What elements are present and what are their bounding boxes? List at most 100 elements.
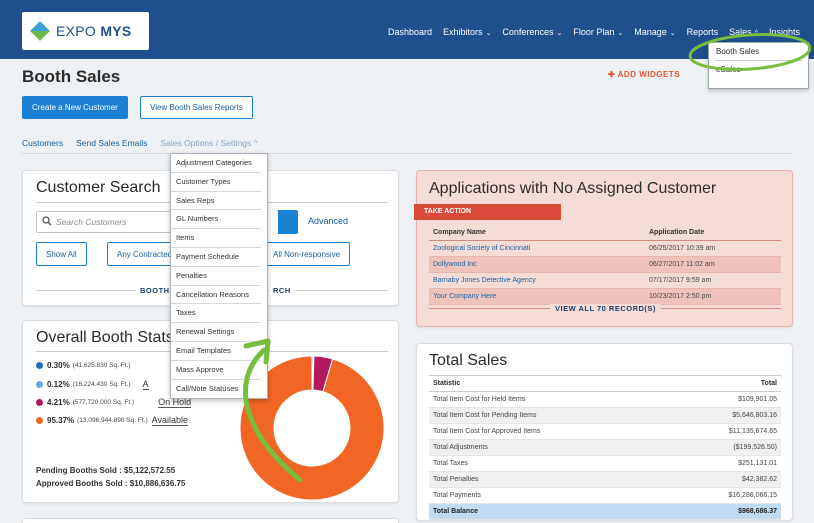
- company-link[interactable]: Dollywood Inc: [429, 256, 645, 273]
- application-date: 06/27/2017 11:02 am: [645, 256, 781, 273]
- create-customer-button[interactable]: Create a New Customer: [22, 96, 128, 119]
- nav-manage[interactable]: Manage ⌄: [634, 27, 675, 37]
- statistic-name: Total Item Cost for Approved Items: [429, 423, 666, 440]
- statistic-name: Total Item Cost for Held Items: [429, 391, 666, 408]
- logo-mark-icon: [30, 21, 50, 41]
- column-header: Application Date: [645, 225, 781, 241]
- statistic-value: ($199,526.50): [665, 439, 781, 456]
- menu-item-mass-approve[interactable]: Mass Approve: [171, 361, 261, 380]
- table-row[interactable]: Dollywood Inc 06/27/2017 11:02 am: [429, 256, 781, 273]
- chevron-up-icon: ^: [754, 30, 758, 37]
- applications-card: Applications with No Assigned Customer T…: [414, 170, 793, 327]
- legend-dot: [36, 417, 43, 424]
- company-link[interactable]: Your Company Here: [429, 288, 645, 305]
- menu-item-customer-types[interactable]: Customer Types: [171, 173, 261, 192]
- stat-row: 95.37% (13,096,944.890 Sq. Ft.) Available: [36, 415, 188, 426]
- advanced-search-link[interactable]: Advanced: [308, 216, 348, 226]
- statistic-name: Total Balance: [429, 503, 666, 520]
- menu-item-gl-numbers[interactable]: GL Numbers: [171, 210, 261, 230]
- view-reports-button[interactable]: View Booth Sales Reports: [140, 96, 253, 119]
- subnav-customers[interactable]: Customers: [22, 138, 63, 148]
- take-action-banner: TAKE ACTION: [414, 204, 561, 220]
- menu-item-email-templates[interactable]: Email Templates: [171, 342, 261, 361]
- statistic-value: $42,382.62: [665, 471, 781, 488]
- menu-item-renewal-settings[interactable]: Renewal Settings: [171, 323, 261, 342]
- subnav-send-emails[interactable]: Send Sales Emails: [76, 138, 147, 148]
- booth-link[interactable]: BOOTH: [136, 286, 174, 295]
- statistic-name: Total Taxes: [429, 455, 666, 472]
- nav-sales[interactable]: Sales ^: [729, 27, 758, 37]
- table-header-row: Statistic Total: [429, 375, 781, 392]
- chevron-down-icon: ⌄: [485, 30, 492, 37]
- card-title: Total Sales: [429, 352, 508, 369]
- approved-sold-text: Approved Booths Sold : $10,886,636.75: [36, 479, 186, 488]
- menu-item-penalties[interactable]: Penalties: [171, 267, 261, 286]
- stat-row: 0.12% (16,224.430 Sq. Ft.) A: [36, 379, 149, 390]
- menu-item-payment-schedule[interactable]: Payment Schedule: [171, 248, 261, 267]
- pending-sold-text: Pending Booths Sold : $5,122,572.55: [36, 466, 176, 475]
- nav-exhibitors[interactable]: Exhibitors ⌄: [443, 27, 491, 37]
- nav-reports[interactable]: Reports: [687, 27, 719, 37]
- menu-item-esales[interactable]: eSales: [709, 61, 808, 78]
- table-row[interactable]: Your Company Here 10/23/2017 2:50 pm: [429, 288, 781, 305]
- nav-dashboard[interactable]: Dashboard: [388, 27, 432, 37]
- menu-item-sales-reps[interactable]: Sales Reps: [171, 192, 261, 211]
- chevron-down-icon: ⌄: [669, 30, 676, 37]
- collapsed-card: [22, 518, 399, 523]
- sales-options-dropdown: Adjustment Categories Customer Types Sal…: [170, 153, 268, 399]
- search-submit-button[interactable]: [278, 210, 298, 234]
- subnav-sales-options[interactable]: Sales Options / Settings ^: [160, 138, 257, 148]
- menu-item-adjustment-categories[interactable]: Adjustment Categories: [171, 154, 261, 173]
- menu-item-call-note-statuses[interactable]: Call/Note Statuses: [171, 380, 261, 399]
- table-row[interactable]: Barnaby Jones Detective Agency 07/17/2017…: [429, 272, 781, 289]
- logo-text: EXPO MYS: [56, 23, 132, 39]
- stat-row: 4.21% (577,720.000 Sq. Ft.) On Hold: [36, 397, 192, 408]
- chevron-down-icon: ⌄: [617, 30, 624, 37]
- table-row: Total Item Cost for Held Items $109,901.0…: [429, 391, 781, 408]
- logo[interactable]: EXPO MYS: [22, 12, 149, 50]
- statistic-name: Total Penalties: [429, 471, 666, 488]
- applications-table: Company Name Application Date Zoological…: [429, 225, 781, 305]
- add-widgets-button[interactable]: ✚ ADD WIDGETS: [608, 70, 680, 79]
- total-sales-card: Total Sales Statistic Total Total Item C…: [416, 343, 793, 521]
- nav-floor-plan[interactable]: Floor Plan ⌄: [573, 27, 623, 37]
- nav-insights[interactable]: Insights: [769, 27, 800, 37]
- table-row: Total Taxes $251,131.01: [429, 455, 781, 472]
- view-all-records-link[interactable]: VIEW ALL 70 RECORD(S): [550, 304, 661, 313]
- company-link[interactable]: Zoological Society of Cincinnati: [429, 240, 645, 257]
- nav-conferences[interactable]: Conferences ⌄: [502, 27, 562, 37]
- legend-dot: [36, 399, 43, 406]
- statistic-name: Total Item Cost for Pending Items: [429, 407, 666, 424]
- search-input[interactable]: Search Customers: [36, 211, 181, 233]
- sales-dropdown-menu: Booth Sales eSales: [708, 42, 809, 89]
- show-all-button[interactable]: Show All: [36, 242, 87, 266]
- chevron-up-icon: ^: [253, 138, 258, 148]
- all-non-responsive-button[interactable]: All Non-responsive: [263, 242, 351, 266]
- table-row: Total Item Cost for Approved Items $11,13…: [429, 423, 781, 440]
- company-link[interactable]: Barnaby Jones Detective Agency: [429, 272, 645, 289]
- table-row: Total Item Cost for Pending Items $5,646,…: [429, 407, 781, 424]
- page-title: Booth Sales: [22, 67, 121, 86]
- menu-item-taxes[interactable]: Taxes: [171, 304, 261, 324]
- total-balance-row: Total Balance $968,686.37: [429, 503, 781, 520]
- sub-navigation: Customers Send Sales Emails Sales Option…: [22, 138, 258, 148]
- statistic-value: $251,131.01: [665, 455, 781, 472]
- legend-dot: [36, 362, 43, 369]
- search-link[interactable]: RCH: [269, 286, 295, 295]
- statistic-value: $109,901.05: [665, 391, 781, 408]
- plus-icon: ✚: [608, 70, 618, 79]
- main-nav: Dashboard Exhibitors ⌄ Conferences ⌄ Floor…: [388, 27, 800, 37]
- statistic-value: $5,646,803.16: [665, 407, 781, 424]
- table-header-row: Company Name Application Date: [429, 225, 781, 241]
- menu-item-cancellation-reasons[interactable]: Cancellation Reasons: [171, 286, 261, 305]
- table-row[interactable]: Zoological Society of Cincinnati 06/25/20…: [429, 240, 781, 257]
- statistic-value: $11,135,674.65: [665, 423, 781, 440]
- table-row: Total Payments $16,286,066.15: [429, 487, 781, 504]
- application-date: 07/17/2017 9:59 am: [645, 272, 781, 289]
- statistic-name: Total Payments: [429, 487, 666, 504]
- statistic-value: $968,686.37: [665, 503, 781, 520]
- menu-item-items[interactable]: Items: [171, 229, 261, 248]
- search-icon: [42, 216, 52, 228]
- menu-item-booth-sales[interactable]: Booth Sales: [709, 43, 808, 60]
- column-header: Statistic: [429, 375, 666, 392]
